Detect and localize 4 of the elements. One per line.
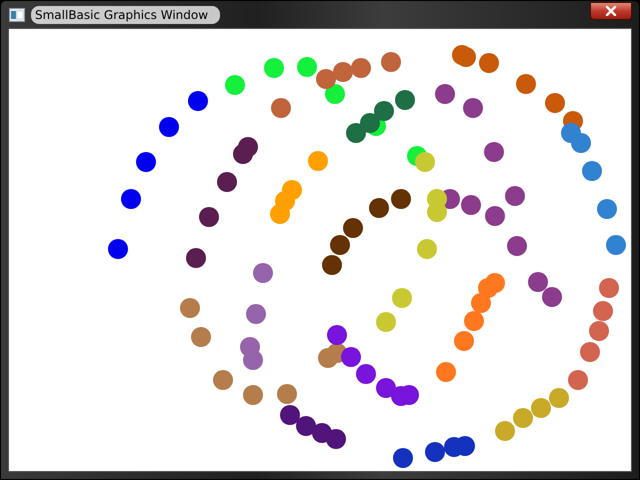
close-button[interactable]	[590, 2, 632, 20]
window-title: SmallBasic Graphics Window	[31, 6, 220, 24]
window-icon	[9, 8, 25, 22]
close-icon	[605, 6, 617, 16]
